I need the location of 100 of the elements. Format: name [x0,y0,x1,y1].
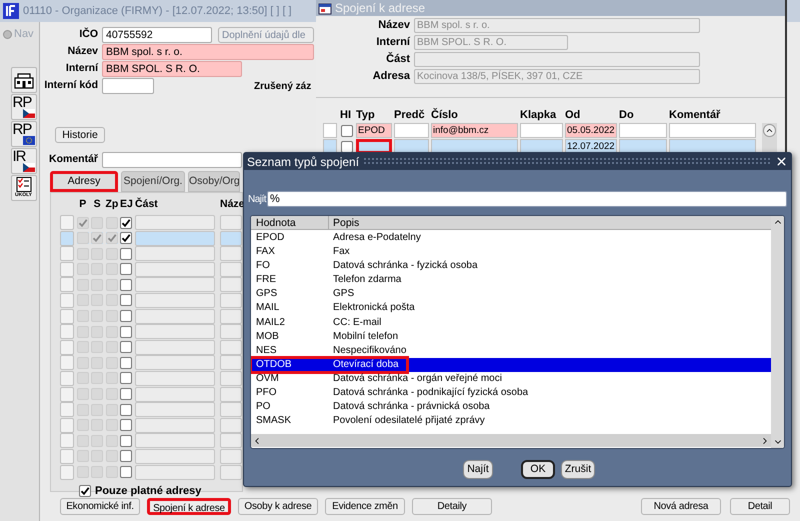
checkbox[interactable] [120,294,132,306]
action-button[interactable]: Ekonomické inf. [60,498,140,515]
checkbox[interactable] [79,484,91,497]
dialog-button[interactable]: Zrušit [561,460,595,479]
grid-cell[interactable] [135,308,216,324]
scrollbar[interactable] [762,123,777,154]
text-field[interactable] [414,52,700,66]
checkbox[interactable] [120,419,132,432]
checkbox[interactable] [120,466,132,478]
checkbox[interactable] [120,248,132,260]
grid-cell[interactable] [135,370,216,386]
action-button[interactable]: Detaily [412,498,492,515]
grid-cell[interactable] [220,230,242,246]
grid-cell[interactable] [220,324,242,340]
grid-cell[interactable] [135,418,216,433]
action-button[interactable]: Detail [730,498,790,515]
grid-cell[interactable] [220,308,242,324]
checkbox[interactable] [120,232,132,244]
list-row[interactable]: GPS GPS [251,287,771,302]
grid-cell[interactable] [135,340,216,355]
checkbox[interactable] [120,341,132,354]
tab[interactable]: Osoby/Org [188,171,240,192]
grid-cell[interactable] [220,386,242,402]
grid-cell[interactable] [220,464,242,480]
checkbox[interactable] [120,263,132,276]
text-field[interactable]: 40755592 [102,27,212,43]
checkbox[interactable] [120,404,132,416]
list-row[interactable]: NES Nespecifikováno [251,344,771,358]
grid-cell[interactable] [135,464,216,480]
tab[interactable]: Spojení/Org. [121,171,185,192]
list-row[interactable]: FRE Telefon zdarma [251,273,771,288]
grid-cell[interactable] [220,355,242,370]
tab[interactable]: Adresy [50,171,118,192]
grid-cell[interactable] [220,370,242,386]
list-row[interactable]: PO Datová schránka - právnická osoba [251,400,771,414]
grid-cell[interactable] [619,123,667,138]
grid-cell[interactable] [394,123,429,138]
checkbox[interactable] [120,310,132,322]
history-button[interactable]: Historie [55,127,105,143]
checkbox[interactable] [341,124,353,136]
grid-cell[interactable] [135,324,216,340]
grid-cell[interactable] [220,433,242,448]
scroll-up-icon[interactable] [765,126,774,135]
grid-cell[interactable] [220,402,242,418]
checkbox[interactable] [120,326,132,338]
grid-cell[interactable] [135,448,216,464]
vertical-scrollbar[interactable] [771,216,784,448]
text-field[interactable] [102,78,154,94]
comment-field[interactable] [102,152,242,168]
grid-cell[interactable] [135,277,216,292]
grid-cell[interactable] [135,355,216,370]
grid-cell[interactable] [135,386,216,402]
grid-cell[interactable] [135,433,216,448]
grid-cell[interactable] [220,292,242,308]
list-row[interactable]: MOB Mobilní telefon [251,330,771,344]
checkbox[interactable] [120,450,132,462]
grid-cell[interactable]: info@bbm.cz [431,123,518,138]
grid-cell[interactable] [220,246,242,262]
close-icon[interactable] [775,155,788,168]
checkbox[interactable] [120,278,132,291]
dialog-button[interactable]: Najít [463,460,493,479]
grid-cell[interactable] [135,230,216,246]
horizontal-scrollbar[interactable] [251,434,771,447]
text-field[interactable]: BBM spol. s r. o. [102,44,314,60]
list-row[interactable]: FO Datová schránka - fyzická osoba [251,259,771,274]
action-button[interactable]: Osoby k adrese [238,498,318,515]
grid-cell[interactable] [520,123,563,138]
dialog-button[interactable]: OK [521,460,555,479]
grid-cell[interactable] [220,262,242,277]
list-row[interactable]: MAIL2 CC: E-mail [251,316,771,330]
nav-button[interactable]: RP [10,120,36,146]
find-field[interactable]: % [267,191,787,207]
checkbox[interactable] [341,140,353,152]
grid-cell[interactable] [220,277,242,292]
nav-button[interactable] [10,66,36,92]
action-button[interactable]: Nová adresa [641,498,721,515]
grid-cell[interactable]: EPOD [356,123,392,138]
list-row[interactable]: SMASK Povolení odesilatelé přijaté zprávy [251,414,771,428]
action-button[interactable]: Spojení k adrese [147,498,231,515]
grid-cell[interactable] [135,246,216,262]
list-row[interactable]: OTDOB Otevírací doba [251,358,771,372]
grid-cell[interactable] [220,418,242,433]
list-row[interactable]: EPOD Adresa e-Podatelny [251,231,771,246]
grid-cell[interactable]: 05.05.2022 [565,123,617,138]
list-row[interactable]: OVM Datová schránka - orgán veřejné moci [251,372,771,386]
checkbox[interactable] [120,356,132,369]
grid-cell[interactable] [220,448,242,464]
grid-cell[interactable] [135,402,216,418]
checkbox[interactable] [120,216,132,228]
action-button[interactable]: Evidence změn [325,498,405,515]
nav-button[interactable]: IR [10,148,36,174]
grid-cell[interactable] [669,123,756,138]
list-row[interactable]: PFO Datová schránka - podnikající fyzická osoba [251,386,771,400]
grid-cell[interactable] [135,292,216,308]
grid-cell[interactable] [220,340,242,355]
text-field[interactable]: BBM SPOL. S R. O. [102,61,242,77]
grid-cell[interactable] [135,215,216,230]
list-row[interactable]: FAX Fax [251,245,771,260]
checkbox[interactable] [120,388,132,400]
list-row[interactable]: MAIL Elektronická pošta [251,301,771,316]
